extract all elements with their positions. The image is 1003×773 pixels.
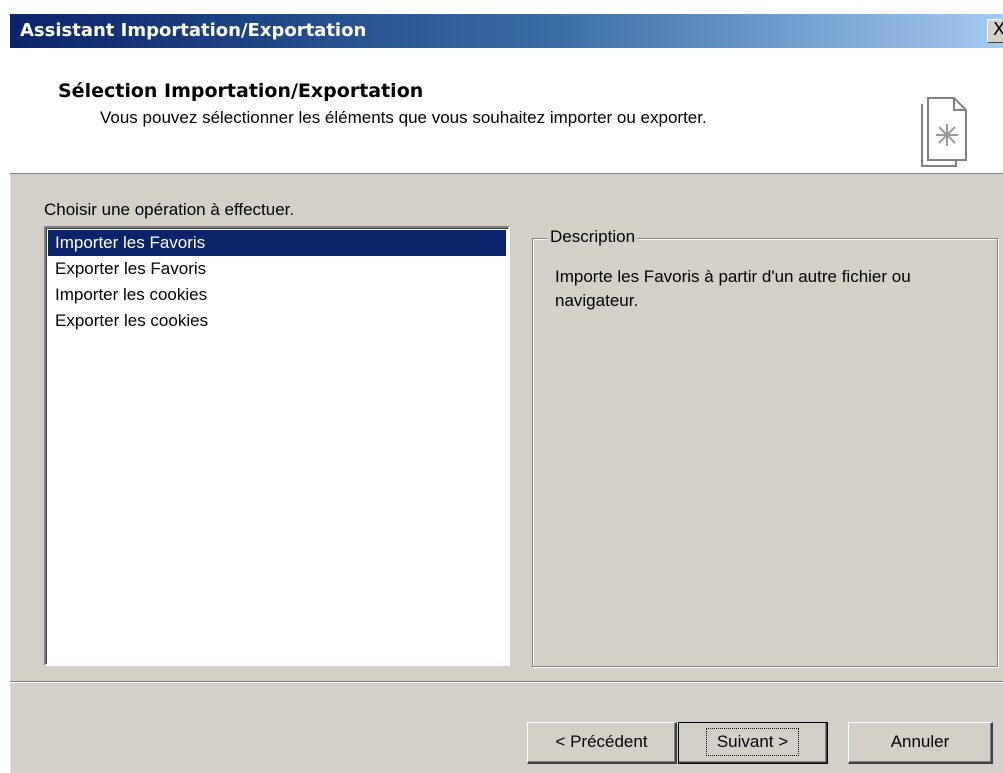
previous-button-label: < Précédent <box>555 732 648 751</box>
list-item-import-cookies[interactable]: Importer les cookies <box>48 282 506 308</box>
wizard-header: Sélection Importation/Exportation Vous p… <box>10 48 1003 174</box>
previous-button[interactable]: < Précédent <box>527 722 677 764</box>
wizard-window: Assistant Importation/Exportation X Séle… <box>8 14 1003 773</box>
next-button[interactable]: Suivant > <box>678 722 828 764</box>
list-item-export-favorites[interactable]: Exporter les Favoris <box>48 256 506 282</box>
page-title: Sélection Importation/Exportation <box>58 80 424 102</box>
next-button-label: Suivant > <box>705 728 800 756</box>
window-title: Assistant Importation/Exportation <box>20 20 367 41</box>
page-subtitle: Vous pouvez sélectionner les éléments qu… <box>100 108 707 127</box>
operation-listbox[interactable]: Importer les Favoris Exporter les Favori… <box>44 226 510 666</box>
title-bar[interactable]: Assistant Importation/Exportation X <box>10 14 1003 48</box>
description-legend: Description <box>547 227 639 247</box>
operation-label: Choisir une opération à effectuer. <box>44 200 295 219</box>
description-group: Description Importe les Favoris à partir… <box>532 227 998 667</box>
description-text: Importe les Favoris à partir d'un autre … <box>555 267 911 310</box>
footer-divider <box>10 681 1003 683</box>
list-item-export-cookies[interactable]: Exporter les cookies <box>48 308 506 334</box>
cancel-button[interactable]: Annuler <box>848 722 993 764</box>
list-item-import-favorites[interactable]: Importer les Favoris <box>48 230 506 256</box>
wizard-page-icon <box>921 97 967 167</box>
cancel-button-label: Annuler <box>890 732 950 751</box>
close-button[interactable]: X <box>987 19 1003 43</box>
close-icon: X <box>992 19 1003 40</box>
